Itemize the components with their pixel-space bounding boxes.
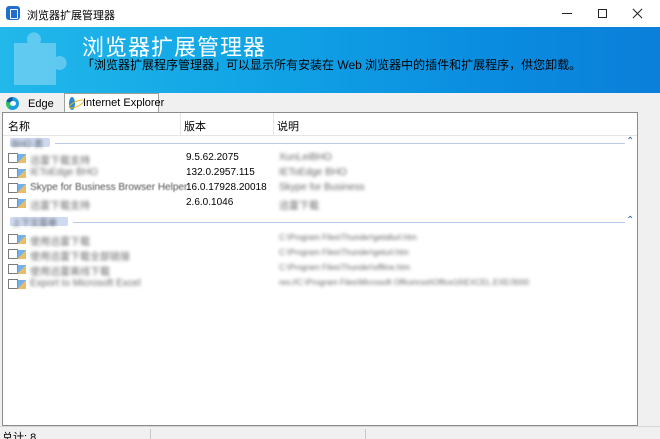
- collapse-chevron-icon[interactable]: ⌃: [626, 137, 634, 147]
- row-version: 2.6.0.1046: [186, 197, 234, 208]
- row-name: 迅雷下载支持: [30, 156, 90, 167]
- close-icon: [632, 8, 643, 19]
- row-description: C:\Program Files\Thunder\offline.htm: [279, 263, 411, 272]
- status-divider: [365, 429, 366, 439]
- row-description: Skype for Business: [279, 182, 365, 193]
- extension-list[interactable]: 名称 版本 说明 BHO 类 ⌃ 迅雷下载支持 9.5.62.2075 XunL…: [2, 112, 638, 426]
- column-divider[interactable]: [273, 113, 274, 135]
- row-name: 使用迅雷下载全部链接: [30, 252, 130, 263]
- banner-subtitle: 「浏览器扩展程序管理器」可以显示所有安装在 Web 浏览器中的插件和扩展程序，供…: [82, 58, 582, 72]
- tab-edge-label: Edge: [28, 97, 54, 110]
- status-divider: [150, 429, 151, 439]
- row-name: 使用迅雷离线下载: [30, 267, 110, 278]
- total-count: 总计: 8: [2, 432, 37, 439]
- app-window: 浏览器扩展管理器 浏览器扩展管理器 「浏览器扩展程序管理器」可以显示所有安装在 …: [0, 0, 660, 439]
- column-description[interactable]: 说明: [277, 118, 299, 134]
- window-title: 浏览器扩展管理器: [27, 10, 115, 22]
- row-description: 迅雷下载: [279, 201, 319, 212]
- collapse-chevron-icon[interactable]: ⌃: [626, 216, 634, 226]
- row-description: res://C:\Program Files\Microsoft Office\…: [279, 278, 530, 287]
- column-divider[interactable]: [180, 113, 181, 135]
- list-item[interactable]: 迅雷下载支持 9.5.62.2075 XunLeiBHO: [3, 151, 637, 167]
- status-bar: 总计: 8: [0, 426, 660, 439]
- row-version: 9.5.62.2075: [186, 152, 239, 163]
- ie-icon: [69, 96, 75, 110]
- row-description: IEToEdge BHO: [279, 167, 347, 178]
- browser-tabs: Edge Internet Explorer: [0, 93, 660, 112]
- row-name: Skype for Business Browser Helper: [30, 182, 188, 193]
- list-item[interactable]: 迅雷下载支持 2.6.0.1046 迅雷下载: [3, 196, 637, 212]
- extension-icon: [17, 250, 26, 259]
- list-item[interactable]: IEToEdge BHO 132.0.2957.115 IEToEdge BHO: [3, 166, 637, 181]
- row-version: 132.0.2957.115: [186, 167, 255, 178]
- edge-icon: [6, 97, 19, 110]
- header-banner: 浏览器扩展管理器 「浏览器扩展程序管理器」可以显示所有安装在 Web 浏览器中的…: [0, 27, 660, 93]
- close-button[interactable]: [614, 0, 660, 27]
- group-divider: [73, 222, 625, 223]
- app-icon: [6, 6, 20, 20]
- group-header[interactable]: BHO 类 ⌃: [3, 137, 637, 150]
- maximize-icon: [597, 9, 607, 18]
- extension-icon: [17, 169, 26, 178]
- extension-icon: [17, 199, 26, 208]
- list-item[interactable]: Export to Microsoft Excel res://C:\Progr…: [3, 277, 637, 292]
- group-title: BHO 类: [12, 139, 44, 149]
- title-bar: 浏览器扩展管理器: [0, 0, 660, 27]
- column-header: 名称 版本 说明: [3, 113, 637, 136]
- row-version: 16.0.17928.20018: [186, 182, 267, 193]
- row-name: IEToEdge BHO: [30, 167, 98, 178]
- tab-edge[interactable]: Edge: [2, 95, 58, 112]
- row-description: C:\Program Files\Thunder\geturl.htm: [279, 248, 409, 257]
- maximize-button[interactable]: [590, 0, 614, 27]
- extension-icon: [17, 265, 26, 274]
- minimize-button[interactable]: [544, 0, 590, 27]
- row-description: XunLeiBHO: [279, 152, 332, 163]
- row-description: C:\Program Files\Thunder\getallurl.htm: [279, 233, 417, 242]
- list-item[interactable]: 使用迅雷离线下载 C:\Program Files\Thunder\offlin…: [3, 262, 637, 278]
- extension-icon: [17, 154, 26, 163]
- group-header[interactable]: 上下文菜单 ⌃: [3, 216, 637, 229]
- column-version[interactable]: 版本: [184, 118, 206, 134]
- row-name: 使用迅雷下载: [30, 237, 90, 248]
- extension-icon: [17, 280, 26, 289]
- tab-internet-explorer[interactable]: Internet Explorer: [64, 93, 164, 112]
- tab-ie-label: Internet Explorer: [83, 97, 165, 109]
- list-item[interactable]: 使用迅雷下载 C:\Program Files\Thunder\getallur…: [3, 232, 637, 248]
- list-item[interactable]: 使用迅雷下载全部链接 C:\Program Files\Thunder\getu…: [3, 247, 637, 263]
- group-divider: [55, 143, 625, 144]
- column-name[interactable]: 名称: [8, 118, 30, 134]
- extension-icon: [17, 184, 26, 193]
- extension-icon: [17, 235, 26, 244]
- puzzle-icon: [14, 32, 67, 85]
- list-item[interactable]: Skype for Business Browser Helper 16.0.1…: [3, 181, 637, 196]
- minimize-icon: [562, 13, 572, 14]
- row-name: Export to Microsoft Excel: [30, 278, 141, 289]
- row-name: 迅雷下载支持: [30, 201, 90, 212]
- group-title: 上下文菜单: [12, 218, 58, 228]
